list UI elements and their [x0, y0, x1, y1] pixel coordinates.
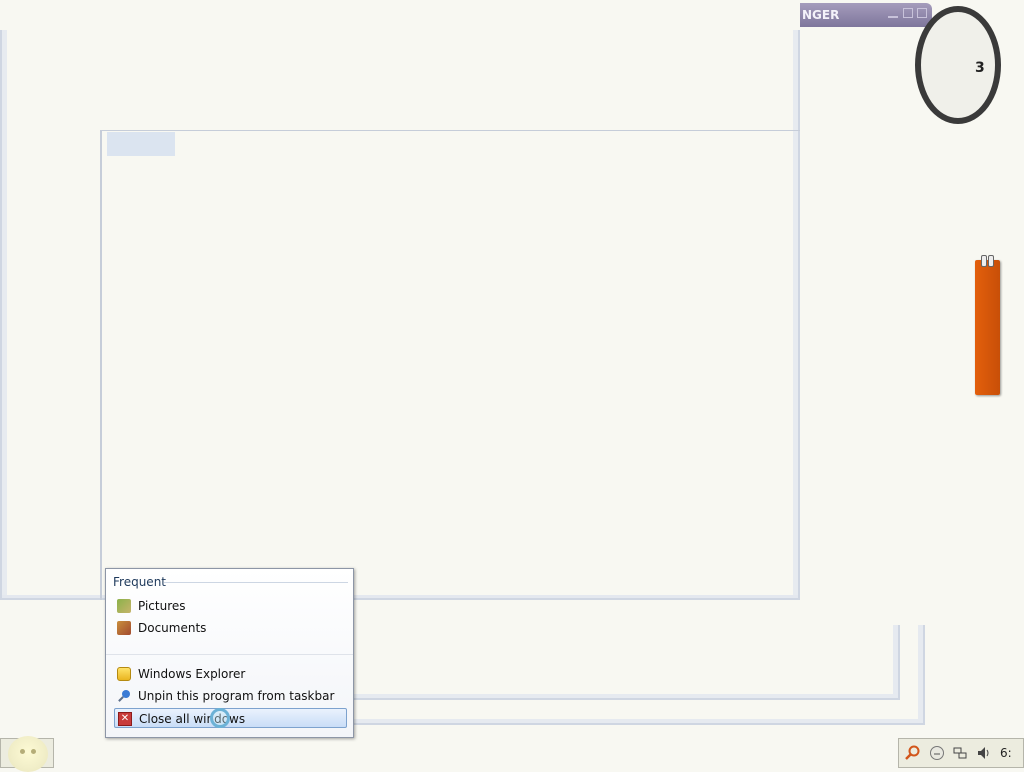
search-icon[interactable]	[905, 745, 921, 764]
section-divider	[164, 582, 348, 583]
window-tab[interactable]	[107, 132, 175, 156]
unpin-icon	[117, 689, 131, 703]
clock-gadget[interactable]: 3	[915, 6, 1003, 124]
minimize-icon[interactable]	[888, 8, 898, 18]
task-windows-explorer[interactable]: Windows Explorer	[114, 664, 347, 684]
notepad-ring-icon	[981, 255, 987, 267]
status-face-icon[interactable]	[929, 745, 945, 764]
jump-item-documents[interactable]: Documents	[114, 618, 347, 638]
maximize-icon[interactable]	[903, 8, 913, 18]
jump-item-label: Documents	[138, 621, 207, 635]
close-windows-icon: ✕	[118, 712, 132, 726]
tray-clock[interactable]: 6:	[1000, 746, 1012, 760]
app-title: NGER	[802, 8, 840, 22]
volume-icon[interactable]	[976, 745, 992, 764]
jump-item-label: Pictures	[138, 599, 186, 613]
task-label: Unpin this program from taskbar	[138, 689, 335, 703]
clock-numeral: 3	[975, 60, 985, 76]
jump-list: Frequent Pictures Documents Windows Expl…	[105, 568, 354, 738]
task-close-all-windows[interactable]: ✕ Close all windows	[114, 708, 347, 728]
inner-window[interactable]	[100, 130, 800, 600]
notes-gadget[interactable]	[975, 255, 1000, 395]
pictures-library-icon	[117, 599, 131, 613]
tasks-divider	[106, 654, 353, 655]
clock-face	[915, 6, 1001, 124]
notepad-ring-icon	[988, 255, 994, 267]
busy-cursor-icon	[210, 708, 230, 728]
network-icon[interactable]	[952, 745, 968, 764]
start-logo-icon	[8, 736, 48, 772]
background-window-1[interactable]	[350, 625, 900, 700]
documents-library-icon	[117, 621, 131, 635]
task-unpin-program[interactable]: Unpin this program from taskbar	[114, 686, 347, 706]
windows-explorer-icon	[117, 667, 131, 681]
task-label: Windows Explorer	[138, 667, 246, 681]
app-titlebar[interactable]: NGER	[800, 3, 932, 27]
system-tray: 6:	[898, 738, 1024, 768]
jump-list-section-header: Frequent	[113, 575, 166, 589]
start-button[interactable]	[0, 736, 54, 772]
jump-item-pictures[interactable]: Pictures	[114, 596, 347, 616]
